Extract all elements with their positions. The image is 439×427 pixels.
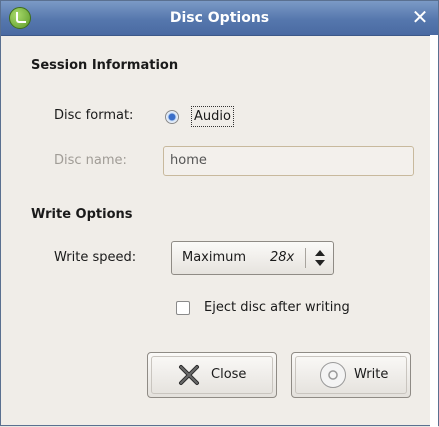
disc-name-label: Disc name: [54,153,127,168]
spin-arrows-icon[interactable] [315,249,325,267]
disc-format-label: Disc format: [54,108,134,123]
x-icon [179,365,199,385]
audio-radio[interactable] [165,110,179,124]
window-edge [430,35,438,427]
close-button-label: Close [211,367,247,382]
close-button[interactable]: Close [147,352,277,398]
disc-options-dialog: Disc Options ✕ Session Information Disc … [0,0,439,427]
audio-radio-label[interactable]: Audio [191,106,234,127]
write-button[interactable]: Write [291,352,411,398]
write-button-frame [295,356,407,394]
write-speed-x: 28x [270,250,295,265]
eject-checkbox[interactable] [176,301,190,315]
write-options-heading: Write Options [31,207,133,222]
write-button-label: Write [354,367,389,382]
close-icon[interactable]: ✕ [410,7,430,27]
disc-icon [320,362,346,388]
window-title: Disc Options [169,10,270,26]
disc-name-input[interactable]: home [163,146,414,176]
session-information-heading: Session Information [31,58,179,73]
eject-checkbox-label[interactable]: Eject disc after writing [204,300,350,315]
write-speed-combo[interactable]: Maximum 28x [171,241,334,275]
combo-separator [305,248,306,268]
write-speed-value: Maximum [182,250,247,265]
title-bar[interactable]: Disc Options ✕ [1,1,438,36]
write-speed-label: Write speed: [54,250,137,265]
